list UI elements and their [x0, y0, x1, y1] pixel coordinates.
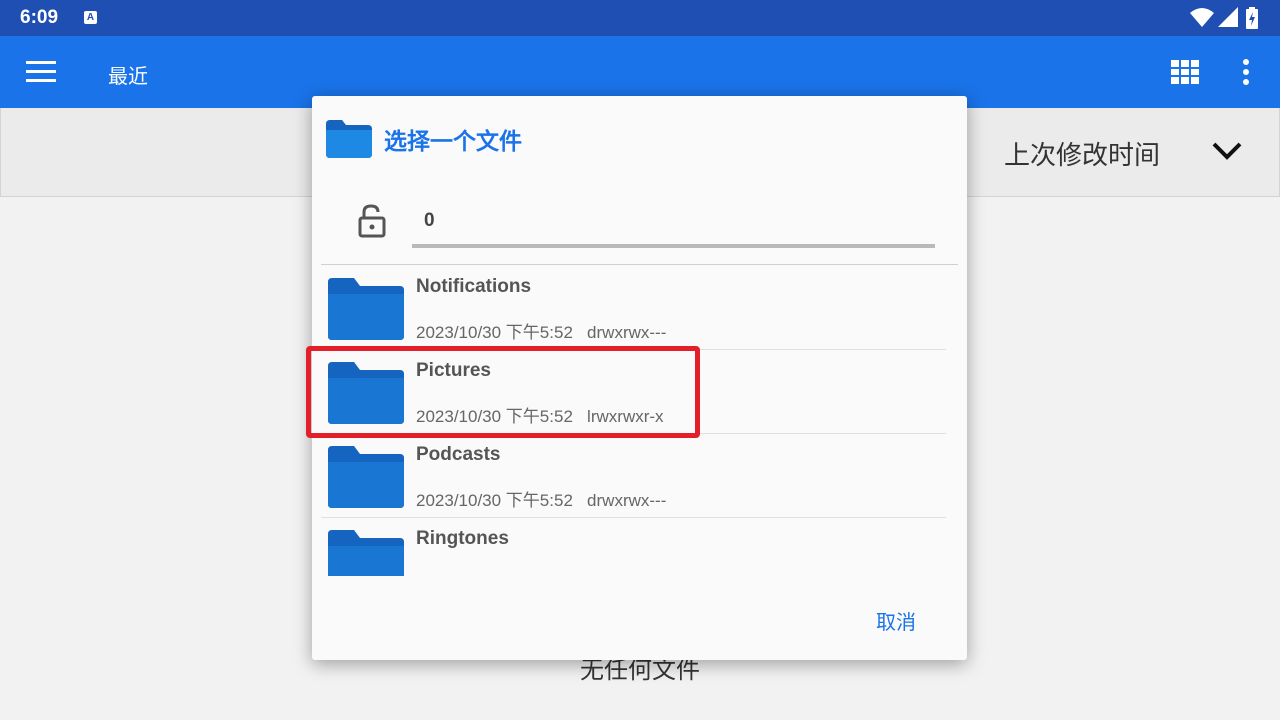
file-row[interactable]: Podcasts 2023/10/30 下午5:52 drwxrwx---: [321, 434, 946, 518]
file-row[interactable]: Notifications 2023/10/30 下午5:52 drwxrwx--…: [321, 266, 946, 350]
file-meta: 2023/10/30 下午5:52 drwxrwx---: [416, 491, 667, 510]
folder-icon: [328, 278, 404, 340]
file-name: Ringtones: [416, 528, 509, 549]
file-name: Notifications: [416, 276, 532, 297]
file-row[interactable]: Pictures 2023/10/30 下午5:52 lrwxrwxr-x: [321, 350, 946, 434]
folder-icon: [328, 530, 404, 576]
dialog-title: 选择一个文件: [384, 129, 522, 155]
unlocked-lock-icon[interactable]: [358, 204, 386, 238]
file-name: Podcasts: [416, 444, 501, 465]
file-name: Pictures: [416, 360, 491, 381]
folder-icon: [326, 120, 372, 158]
file-row[interactable]: Ringtones: [321, 518, 946, 576]
folder-icon: [328, 362, 404, 424]
path-input[interactable]: [412, 198, 935, 248]
folder-icon: [328, 446, 404, 508]
cancel-button[interactable]: 取消: [868, 602, 924, 639]
divider: [321, 264, 958, 265]
file-list[interactable]: Notifications 2023/10/30 下午5:52 drwxrwx--…: [321, 266, 957, 576]
file-chooser-dialog: 选择一个文件 Notifications 2023/10/30 下午5:52 dr…: [312, 96, 967, 660]
file-meta: 2023/10/30 下午5:52 lrwxrwxr-x: [416, 407, 664, 426]
file-meta: 2023/10/30 下午5:52 drwxrwx---: [416, 323, 667, 342]
